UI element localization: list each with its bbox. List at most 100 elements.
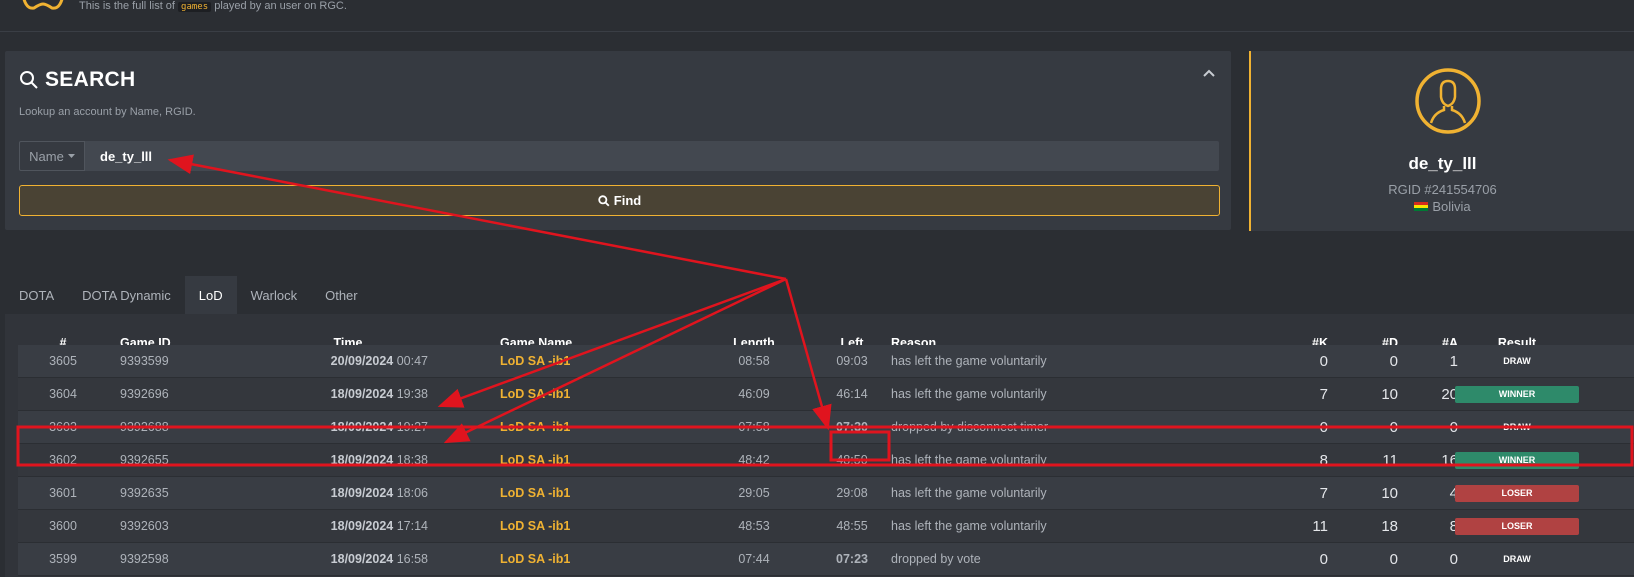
- cell-deaths: 0: [1389, 551, 1398, 568]
- cell-clock: 19:27: [396, 420, 428, 434]
- search-input-value: de_ty_lll: [100, 148, 153, 164]
- cell-length: 46:09: [738, 387, 770, 401]
- cell-result: WINNER: [1455, 378, 1579, 411]
- gamepad-logo-icon: [22, 0, 64, 10]
- profile-country-name: Bolivia: [1432, 199, 1471, 214]
- cell-deaths: 0: [1389, 353, 1398, 370]
- page-header: This is the full list of games played by…: [0, 0, 1634, 32]
- cell-deaths: 10: [1381, 485, 1398, 502]
- search-title: SEARCH: [45, 68, 136, 91]
- table-row[interactable]: 3599 9392598 18/09/2024 16:58 LoD SA -ib…: [18, 543, 1634, 576]
- cell-result: LOSER: [1455, 477, 1579, 510]
- cell-num: 3602: [49, 453, 77, 467]
- tab-other[interactable]: Other: [311, 276, 372, 314]
- cell-assists: 4: [1449, 485, 1458, 502]
- cell-assists: 1: [1449, 353, 1458, 370]
- cell-game-name-link[interactable]: LoD SA -ib1: [500, 543, 570, 576]
- cell-length: 29:05: [738, 486, 770, 500]
- cell-game-id: 9392655: [120, 453, 169, 467]
- cell-clock: 19:38: [396, 387, 428, 401]
- table-row[interactable]: 3602 9392655 18/09/2024 18:38 LoD SA -ib…: [18, 444, 1634, 477]
- search-mode-dropdown[interactable]: Name: [19, 141, 85, 171]
- cell-assists: 8: [1449, 518, 1458, 535]
- cell-assists: 0: [1449, 551, 1458, 568]
- cell-game-name-link[interactable]: LoD SA -ib1: [500, 378, 570, 411]
- cell-clock: 18:06: [396, 486, 428, 500]
- cell-length: 08:58: [738, 354, 770, 368]
- cell-left: 48:50: [836, 453, 868, 467]
- cell-assists: 16: [1441, 452, 1458, 469]
- cell-left: 48:55: [836, 519, 868, 533]
- game-tabs: DOTA DOTA Dynamic LoD Warlock Other: [5, 276, 372, 314]
- cell-reason: has left the game voluntarily: [891, 387, 1047, 401]
- cell-kills: 11: [1312, 518, 1328, 535]
- cell-left: 29:08: [836, 486, 868, 500]
- search-heading: SEARCH: [19, 68, 135, 92]
- cell-date: 20/09/2024: [330, 354, 394, 368]
- cell-result: LOSER: [1455, 510, 1579, 543]
- cell-clock: 18:38: [396, 453, 428, 467]
- cell-game-name-link[interactable]: LoD SA -ib1: [500, 510, 570, 543]
- table-row[interactable]: 3601 9392635 18/09/2024 18:06 LoD SA -ib…: [18, 477, 1634, 510]
- cell-game-id: 9392598: [120, 552, 169, 566]
- tab-dota[interactable]: DOTA: [5, 276, 68, 314]
- cell-num: 3599: [49, 552, 77, 566]
- cell-time: 18/09/2024 18:06: [268, 477, 428, 510]
- cell-result: DRAW: [1455, 345, 1579, 378]
- cell-game-name-link[interactable]: LoD SA -ib1: [500, 477, 570, 510]
- cell-num: 3601: [49, 486, 77, 500]
- table-row[interactable]: 3605 9393599 20/09/2024 00:47 LoD SA -ib…: [18, 345, 1634, 378]
- table-row[interactable]: 3604 9392696 18/09/2024 19:38 LoD SA -ib…: [18, 378, 1634, 411]
- cell-time: 18/09/2024 16:58: [268, 543, 428, 576]
- bolivia-flag-icon: [1414, 202, 1429, 211]
- description-code: games: [178, 2, 212, 12]
- cell-kills: 7: [1319, 386, 1328, 403]
- result-badge: DRAW: [1503, 356, 1531, 367]
- cell-game-name-link[interactable]: LoD SA -ib1: [500, 444, 570, 477]
- cell-assists: 0: [1449, 419, 1458, 436]
- cell-date: 18/09/2024: [330, 387, 394, 401]
- cell-left: 07:30: [836, 420, 868, 434]
- search-icon: [20, 71, 38, 89]
- cell-game-id: 9392696: [120, 387, 169, 401]
- profile-country: Bolivia: [1251, 199, 1634, 214]
- chevron-up-icon[interactable]: [1201, 65, 1217, 81]
- result-badge: WINNER: [1455, 386, 1579, 404]
- tab-warlock[interactable]: Warlock: [237, 276, 311, 314]
- profile-name: de_ty_lll: [1408, 154, 1477, 173]
- cell-kills: 7: [1319, 485, 1328, 502]
- find-button[interactable]: Find: [19, 185, 1220, 216]
- cell-result: WINNER: [1455, 444, 1579, 477]
- cell-assists: 20: [1441, 386, 1458, 403]
- search-panel: SEARCH Lookup an account by Name, RGID. …: [5, 51, 1231, 230]
- search-input[interactable]: de_ty_lll: [85, 141, 1219, 171]
- cell-date: 18/09/2024: [330, 552, 394, 566]
- tab-lod[interactable]: LoD: [184, 276, 237, 314]
- cell-kills: 0: [1319, 353, 1328, 370]
- result-badge: DRAW: [1503, 422, 1531, 433]
- result-badge: WINNER: [1455, 452, 1579, 470]
- cell-date: 18/09/2024: [330, 453, 394, 467]
- page-description: This is the full list of games played by…: [79, 0, 347, 13]
- cell-reason: dropped by disconnect timer: [891, 420, 1049, 434]
- tab-dota-dynamic[interactable]: DOTA Dynamic: [68, 276, 185, 314]
- cell-num: 3600: [49, 519, 77, 533]
- cell-kills: 8: [1319, 452, 1328, 469]
- cell-date: 18/09/2024: [330, 486, 394, 500]
- result-badge: DRAW: [1503, 554, 1531, 565]
- cell-game-name-link[interactable]: LoD SA -ib1: [500, 411, 570, 444]
- cell-game-id: 9392688: [120, 420, 169, 434]
- cell-clock: 17:14: [396, 519, 428, 533]
- cell-date: 18/09/2024: [330, 519, 394, 533]
- cell-game-id: 9392603: [120, 519, 169, 533]
- table-row[interactable]: 3603 9392688 18/09/2024 19:27 LoD SA -ib…: [18, 411, 1634, 444]
- cell-reason: has left the game voluntarily: [891, 354, 1047, 368]
- table-row[interactable]: 3600 9392603 18/09/2024 17:14 LoD SA -ib…: [18, 510, 1634, 543]
- find-button-label: Find: [613, 193, 642, 208]
- profile-panel: de_ty_lll RGID #241554706 Bolivia: [1249, 51, 1634, 231]
- cell-num: 3604: [49, 387, 77, 401]
- cell-game-name-link[interactable]: LoD SA -ib1: [500, 345, 570, 378]
- cell-clock: 16:58: [396, 552, 428, 566]
- cell-left: 09:03: [836, 354, 868, 368]
- cell-length: 48:53: [738, 519, 770, 533]
